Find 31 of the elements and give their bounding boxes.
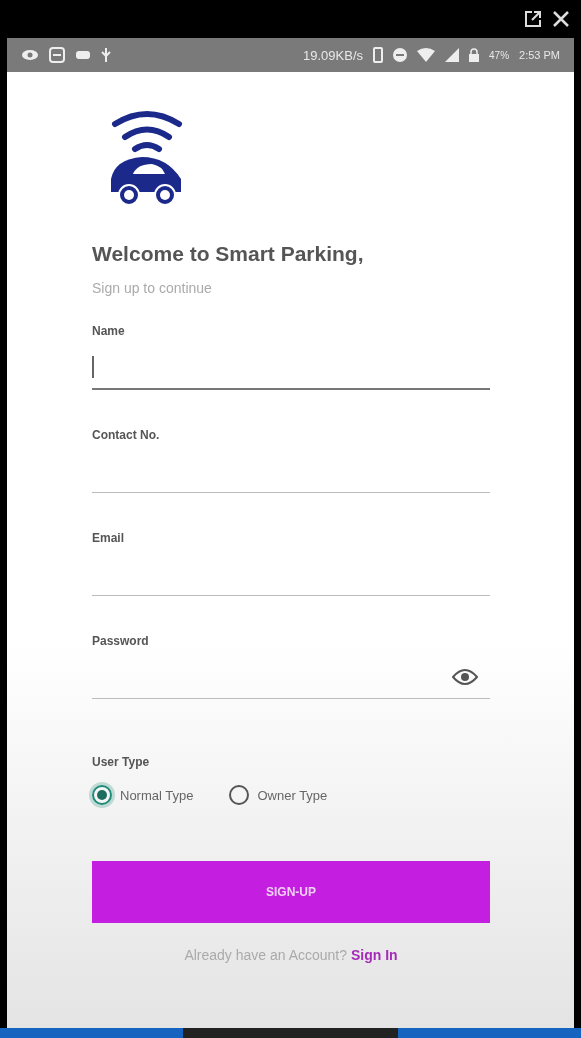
- minus-circle-icon: [393, 48, 407, 62]
- signin-prompt: Already have an Account?: [184, 947, 348, 963]
- radio-button[interactable]: [92, 785, 112, 805]
- eye-icon: [21, 49, 39, 61]
- clock: 2:53 PM: [519, 49, 560, 61]
- network-speed: 19.09KB/s: [303, 47, 363, 63]
- external-link-icon[interactable]: [523, 9, 543, 29]
- app-icon: [49, 47, 65, 63]
- radio-label: Owner Type: [257, 787, 328, 803]
- field-label: Password: [92, 634, 149, 648]
- text-cursor: [92, 356, 94, 378]
- wifi-icon: [417, 48, 435, 62]
- lock-icon: [469, 48, 479, 62]
- field-label: Name: [92, 324, 125, 338]
- radio-option[interactable]: Owner Type: [229, 785, 328, 805]
- signin-link[interactable]: Sign In: [350, 947, 398, 963]
- signal-icon: [445, 48, 459, 62]
- radio-label: Normal Type: [120, 787, 194, 803]
- radio-button[interactable]: [229, 785, 250, 805]
- field-label: Email: [92, 531, 124, 545]
- field-label: Contact No.: [92, 428, 160, 442]
- close-icon[interactable]: [551, 9, 571, 29]
- eye-icon[interactable]: [452, 668, 478, 686]
- welcome-title: Welcome to Smart Parking,: [92, 242, 365, 266]
- subtitle: Sign up to continue: [92, 280, 213, 296]
- user-type-label: User Type: [92, 755, 150, 769]
- battery-level: 47%: [489, 49, 510, 61]
- signup-button[interactable]: SIGN-UP: [92, 861, 490, 923]
- usb-icon: [101, 47, 111, 63]
- radio-option[interactable]: Normal Type: [92, 785, 194, 805]
- phone-icon: [373, 47, 383, 63]
